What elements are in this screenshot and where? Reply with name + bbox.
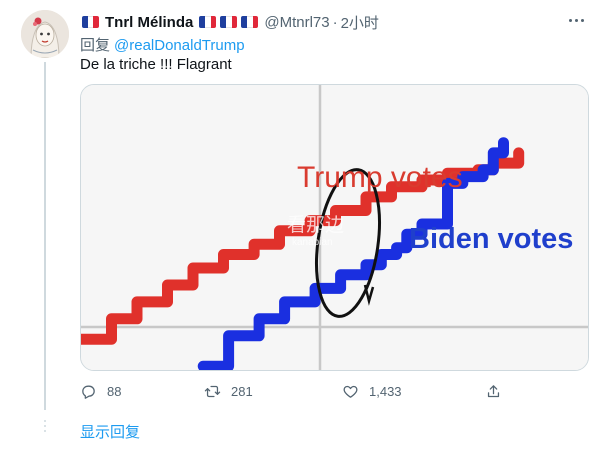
biden-votes-label: Biden votes [409, 223, 573, 255]
tweet[interactable]: Tnrl Mélinda @Mtnrl73 · 2小时 回复 @realDonal… [0, 0, 606, 457]
votes-chart-image: Trump votes Biden votes 看那边 kanabian [81, 85, 588, 370]
avatar[interactable] [21, 10, 69, 58]
tweet-text: De la triche !!! Flagrant [80, 56, 232, 73]
france-flag-icon [220, 16, 238, 28]
retweet-button[interactable]: 281 [204, 380, 253, 402]
tweet-header: Tnrl Mélinda @Mtnrl73 · 2小时 [80, 12, 379, 32]
thread-line [44, 62, 46, 410]
share-icon [487, 384, 500, 397]
more-dot-icon [574, 18, 578, 22]
trump-votes-label: Trump votes [297, 161, 463, 194]
retweet-icon [204, 385, 221, 397]
watermark-text: 看那边 [287, 214, 344, 236]
france-flag-icon [82, 16, 99, 28]
france-flag-icon [241, 16, 259, 28]
display-name[interactable]: Tnrl Mélinda [105, 14, 193, 31]
more-dot-icon [568, 18, 572, 22]
avatar-illustration [21, 10, 69, 58]
like-count: 1,433 [369, 383, 402, 399]
more-options-button[interactable] [564, 10, 588, 30]
more-dot-icon [580, 18, 584, 22]
show-replies-link[interactable]: 显示回复 [80, 421, 140, 442]
reply-button[interactable]: 88 [80, 380, 121, 402]
separator-dot: · [332, 13, 338, 31]
reply-prefix: 回复 [80, 37, 111, 54]
france-flag-icon [199, 16, 217, 28]
reply-count: 88 [107, 383, 122, 399]
retweet-count: 281 [231, 383, 253, 399]
timestamp[interactable]: 2小时 [341, 12, 379, 33]
heart-icon [343, 385, 358, 398]
replying-to: 回复 @realDonaldTrump [80, 34, 245, 55]
tweet-media[interactable]: Trump votes Biden votes 看那边 kanabian [80, 84, 589, 371]
watermark-subtext: kanabian [292, 237, 333, 248]
share-button[interactable] [485, 380, 512, 402]
reply-icon [82, 385, 95, 399]
user-handle[interactable]: @Mtnrl73 [264, 14, 329, 31]
reply-to-mention-link[interactable]: @realDonaldTrump [114, 37, 245, 54]
thread-dots [43, 420, 47, 440]
tweet-actions: 88 281 1,433 [80, 380, 540, 402]
like-button[interactable]: 1,433 [342, 380, 402, 402]
